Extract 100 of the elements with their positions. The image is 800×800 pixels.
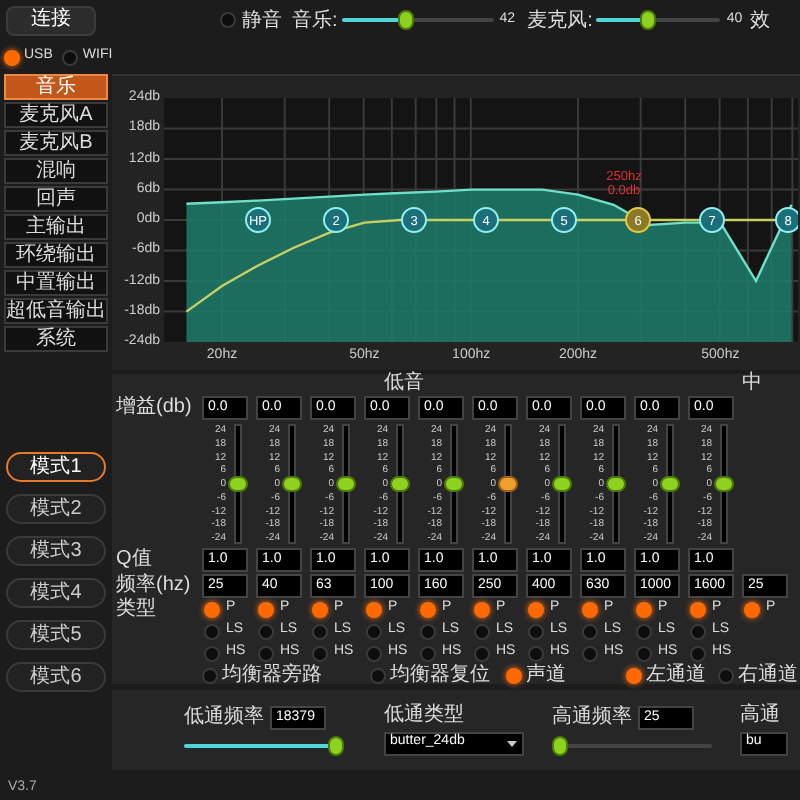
slider-thumb[interactable] [552,476,572,492]
gain-slider[interactable] [552,424,572,544]
radio-button[interactable] [474,623,490,639]
radio-button[interactable] [690,645,706,661]
radio-button[interactable] [636,623,652,639]
radio-button[interactable] [258,601,274,617]
gain-slider[interactable] [390,424,410,544]
radio-button[interactable] [370,668,386,684]
slider-thumb[interactable] [228,476,248,492]
slider[interactable] [596,10,721,30]
gain-slider[interactable] [228,424,248,544]
menu-item[interactable]: 超低音输出 [4,298,108,324]
slider[interactable] [552,735,712,755]
slider-thumb[interactable] [336,476,356,492]
radio-button[interactable] [62,49,79,65]
radio-button[interactable] [312,623,328,639]
connect-button[interactable]: 连接 [6,5,96,35]
gain-slider[interactable] [282,424,302,544]
mode-button[interactable]: 模式1 [6,452,106,482]
radio-button[interactable] [582,601,598,617]
slider[interactable] [184,735,344,755]
menu-item[interactable]: 中置输出 [4,270,108,296]
radio-button[interactable] [744,601,760,617]
menu-item[interactable]: 麦克风A [4,102,108,128]
slider-thumb[interactable] [398,10,415,30]
radio-button[interactable] [528,601,544,617]
gain-slider[interactable] [336,424,356,544]
radio-button[interactable] [506,668,522,684]
radio-button[interactable] [312,601,328,617]
radio-button[interactable] [528,623,544,639]
radio-button[interactable] [636,601,652,617]
group-header: 低音 [382,374,426,394]
mode-button[interactable]: 模式3 [6,536,106,566]
radio-button[interactable] [528,645,544,661]
radio-button[interactable] [312,645,328,661]
menu-item[interactable]: 系统 [4,326,108,352]
menu-item[interactable]: 主输出 [4,214,108,240]
radio-button[interactable] [636,645,652,661]
slider-thumb[interactable] [498,476,518,492]
gain-slider[interactable] [498,424,518,544]
effect-label: 效 [750,7,771,35]
mode-button[interactable]: 模式5 [6,620,106,650]
radio-button[interactable] [202,668,218,684]
slider-thumb[interactable] [552,735,568,755]
slider-thumb[interactable] [660,476,680,492]
gain-slider[interactable] [606,424,626,544]
radio-button[interactable] [474,645,490,661]
menu-item[interactable]: 音乐 [4,74,108,100]
mode-button[interactable]: 模式2 [6,494,106,524]
radio-button[interactable] [582,623,598,639]
menu-item[interactable]: 混响 [4,158,108,184]
slider-thumb[interactable] [639,10,656,30]
mute-label: 静音 [242,7,282,35]
radio-button[interactable] [366,623,382,639]
radio-button[interactable] [204,601,220,617]
gain-slider[interactable] [714,424,734,544]
slider-thumb[interactable] [606,476,626,492]
radio-button[interactable] [258,623,274,639]
row-label: Q值 [116,549,152,569]
row-label: 增益(db) [116,398,192,418]
filter-label: 低通频率 [184,707,264,727]
gain-slider[interactable] [444,424,464,544]
option-label: 均衡器复位 [390,666,490,686]
radio-button[interactable] [420,601,436,617]
radio-button[interactable] [582,645,598,661]
radio-button[interactable] [626,668,642,684]
mode-button[interactable]: 模式4 [6,578,106,608]
group-header: 中 [742,374,764,394]
gain-slider[interactable] [660,424,680,544]
radio-button[interactable] [690,601,706,617]
radio-button[interactable] [4,49,20,65]
option-label: 左通道 [646,666,706,686]
radio-button[interactable] [420,645,436,661]
radio-button[interactable] [220,12,236,28]
mode-button[interactable]: 模式6 [6,662,106,692]
radio-button[interactable] [204,623,220,639]
filter-label: 高通 [740,705,782,725]
slider-thumb[interactable] [328,735,344,755]
row-label: 频率(hz) [116,575,191,595]
slider-thumb[interactable] [444,476,464,492]
filter-label: 高通频率 [552,707,632,727]
slider[interactable] [341,10,494,30]
slider-thumb[interactable] [282,476,302,492]
slider-thumb[interactable] [390,476,410,492]
radio-button[interactable] [366,645,382,661]
slider-thumb[interactable] [714,476,734,492]
option-label: 右通道 [738,666,798,686]
mic-label: 麦克风: [527,7,593,35]
radio-button[interactable] [718,668,734,684]
radio-button[interactable] [690,623,706,639]
radio-button[interactable] [420,623,436,639]
radio-button[interactable] [474,601,490,617]
radio-button[interactable] [366,601,382,617]
menu-item[interactable]: 回声 [4,186,108,212]
menu-item[interactable]: 环绕输出 [4,242,108,268]
radio-button[interactable] [204,645,220,661]
option-label: 声道 [526,666,566,686]
row-label: 类型 [116,599,156,619]
menu-item[interactable]: 麦克风B [4,130,108,156]
radio-button[interactable] [258,645,274,661]
